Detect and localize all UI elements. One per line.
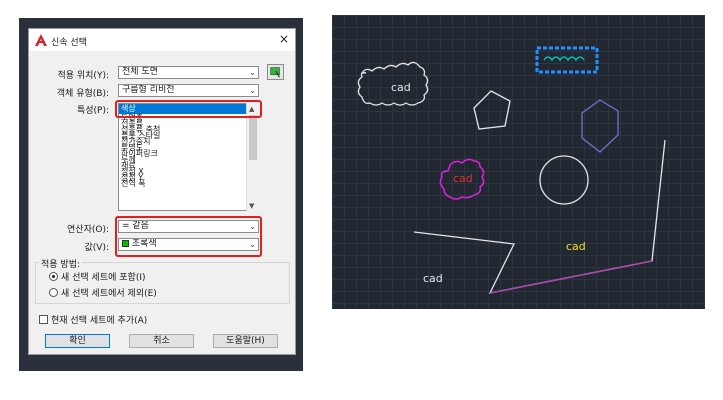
list-item[interactable]: 전역 폭: [119, 180, 258, 188]
highlight-operator-value: [115, 216, 262, 257]
scroll-down-icon[interactable]: ▼: [249, 202, 254, 210]
ok-button[interactable]: 확인: [45, 334, 110, 348]
apply-to-label: 적용 위치(Y):: [57, 71, 109, 81]
checkbox-icon[interactable]: [39, 315, 48, 324]
cancel-button[interactable]: 취소: [129, 334, 194, 348]
properties-listbox[interactable]: 색상 도면층 선종류 선종류 축척 플롯 스타일 선가중치 투명도 하이퍼링크 …: [118, 103, 259, 211]
cloud-text-white: cad: [391, 81, 411, 94]
hexagon: [581, 99, 619, 153]
text-white: cad: [423, 272, 443, 285]
exclude-radio-label: 새 선택 세트에서 제외(E): [61, 289, 157, 299]
purple-segment: [489, 260, 653, 294]
object-type-label: 객체 유형(B):: [56, 89, 109, 99]
append-checkbox-label: 현재 선택 세트에 추가(A): [51, 316, 148, 326]
select-objects-button[interactable]: [267, 64, 284, 80]
apply-to-combo[interactable]: 전체 도면 ⌄: [118, 66, 259, 79]
select-objects-icon: [270, 67, 280, 78]
pentagon: [473, 90, 511, 130]
append-checkbox[interactable]: 현재 선택 세트에 추가(A): [39, 313, 147, 326]
close-icon[interactable]: ×: [279, 33, 289, 45]
value-label: 값(V):: [84, 243, 110, 253]
chevron-down-icon: ⌄: [249, 86, 256, 95]
object-type-value: 구름형 리비전: [122, 85, 175, 95]
autocad-logo-icon: [35, 34, 47, 46]
cloud-text-red: cad: [453, 172, 473, 185]
operator-label: 연산자(O):: [67, 225, 109, 235]
circle: [539, 155, 589, 205]
how-to-apply-title: 적용 방법:: [39, 257, 83, 270]
include-radio[interactable]: 새 선택 세트에 포함(I): [49, 270, 146, 283]
quick-select-dialog: 신속 선택 × 적용 위치(Y): 전체 도면 ⌄ 객체 유형(B): 구름형 …: [28, 28, 296, 355]
drawing-svg: [357, 46, 666, 294]
highlight-properties: [115, 100, 262, 118]
object-type-combo[interactable]: 구름형 리비전 ⌄: [118, 84, 259, 97]
scroll-thumb[interactable]: [249, 115, 257, 160]
properties-label: 특성(P):: [76, 106, 109, 116]
include-radio-label: 새 선택 세트에 포함(I): [61, 273, 146, 283]
exclude-radio[interactable]: 새 선택 세트에서 제외(E): [49, 286, 157, 299]
text-yellow: cad: [566, 240, 586, 253]
apply-to-value: 전체 도면: [122, 67, 158, 77]
help-button[interactable]: 도움말(H): [213, 334, 278, 348]
properties-scrollbar[interactable]: ▲ ▼: [246, 103, 259, 211]
dialog-title: 신속 선택: [51, 38, 87, 48]
selected-revision-cloud: [535, 46, 599, 74]
chevron-down-icon: ⌄: [249, 68, 256, 77]
dialog-titlebar: 신속 선택 ×: [29, 29, 295, 51]
green-cloud-inside-selection: [543, 56, 585, 62]
radio-icon[interactable]: [49, 288, 58, 297]
drawing-canvas[interactable]: cad cad cad cad: [332, 15, 705, 309]
radio-selected-icon[interactable]: [49, 272, 58, 281]
